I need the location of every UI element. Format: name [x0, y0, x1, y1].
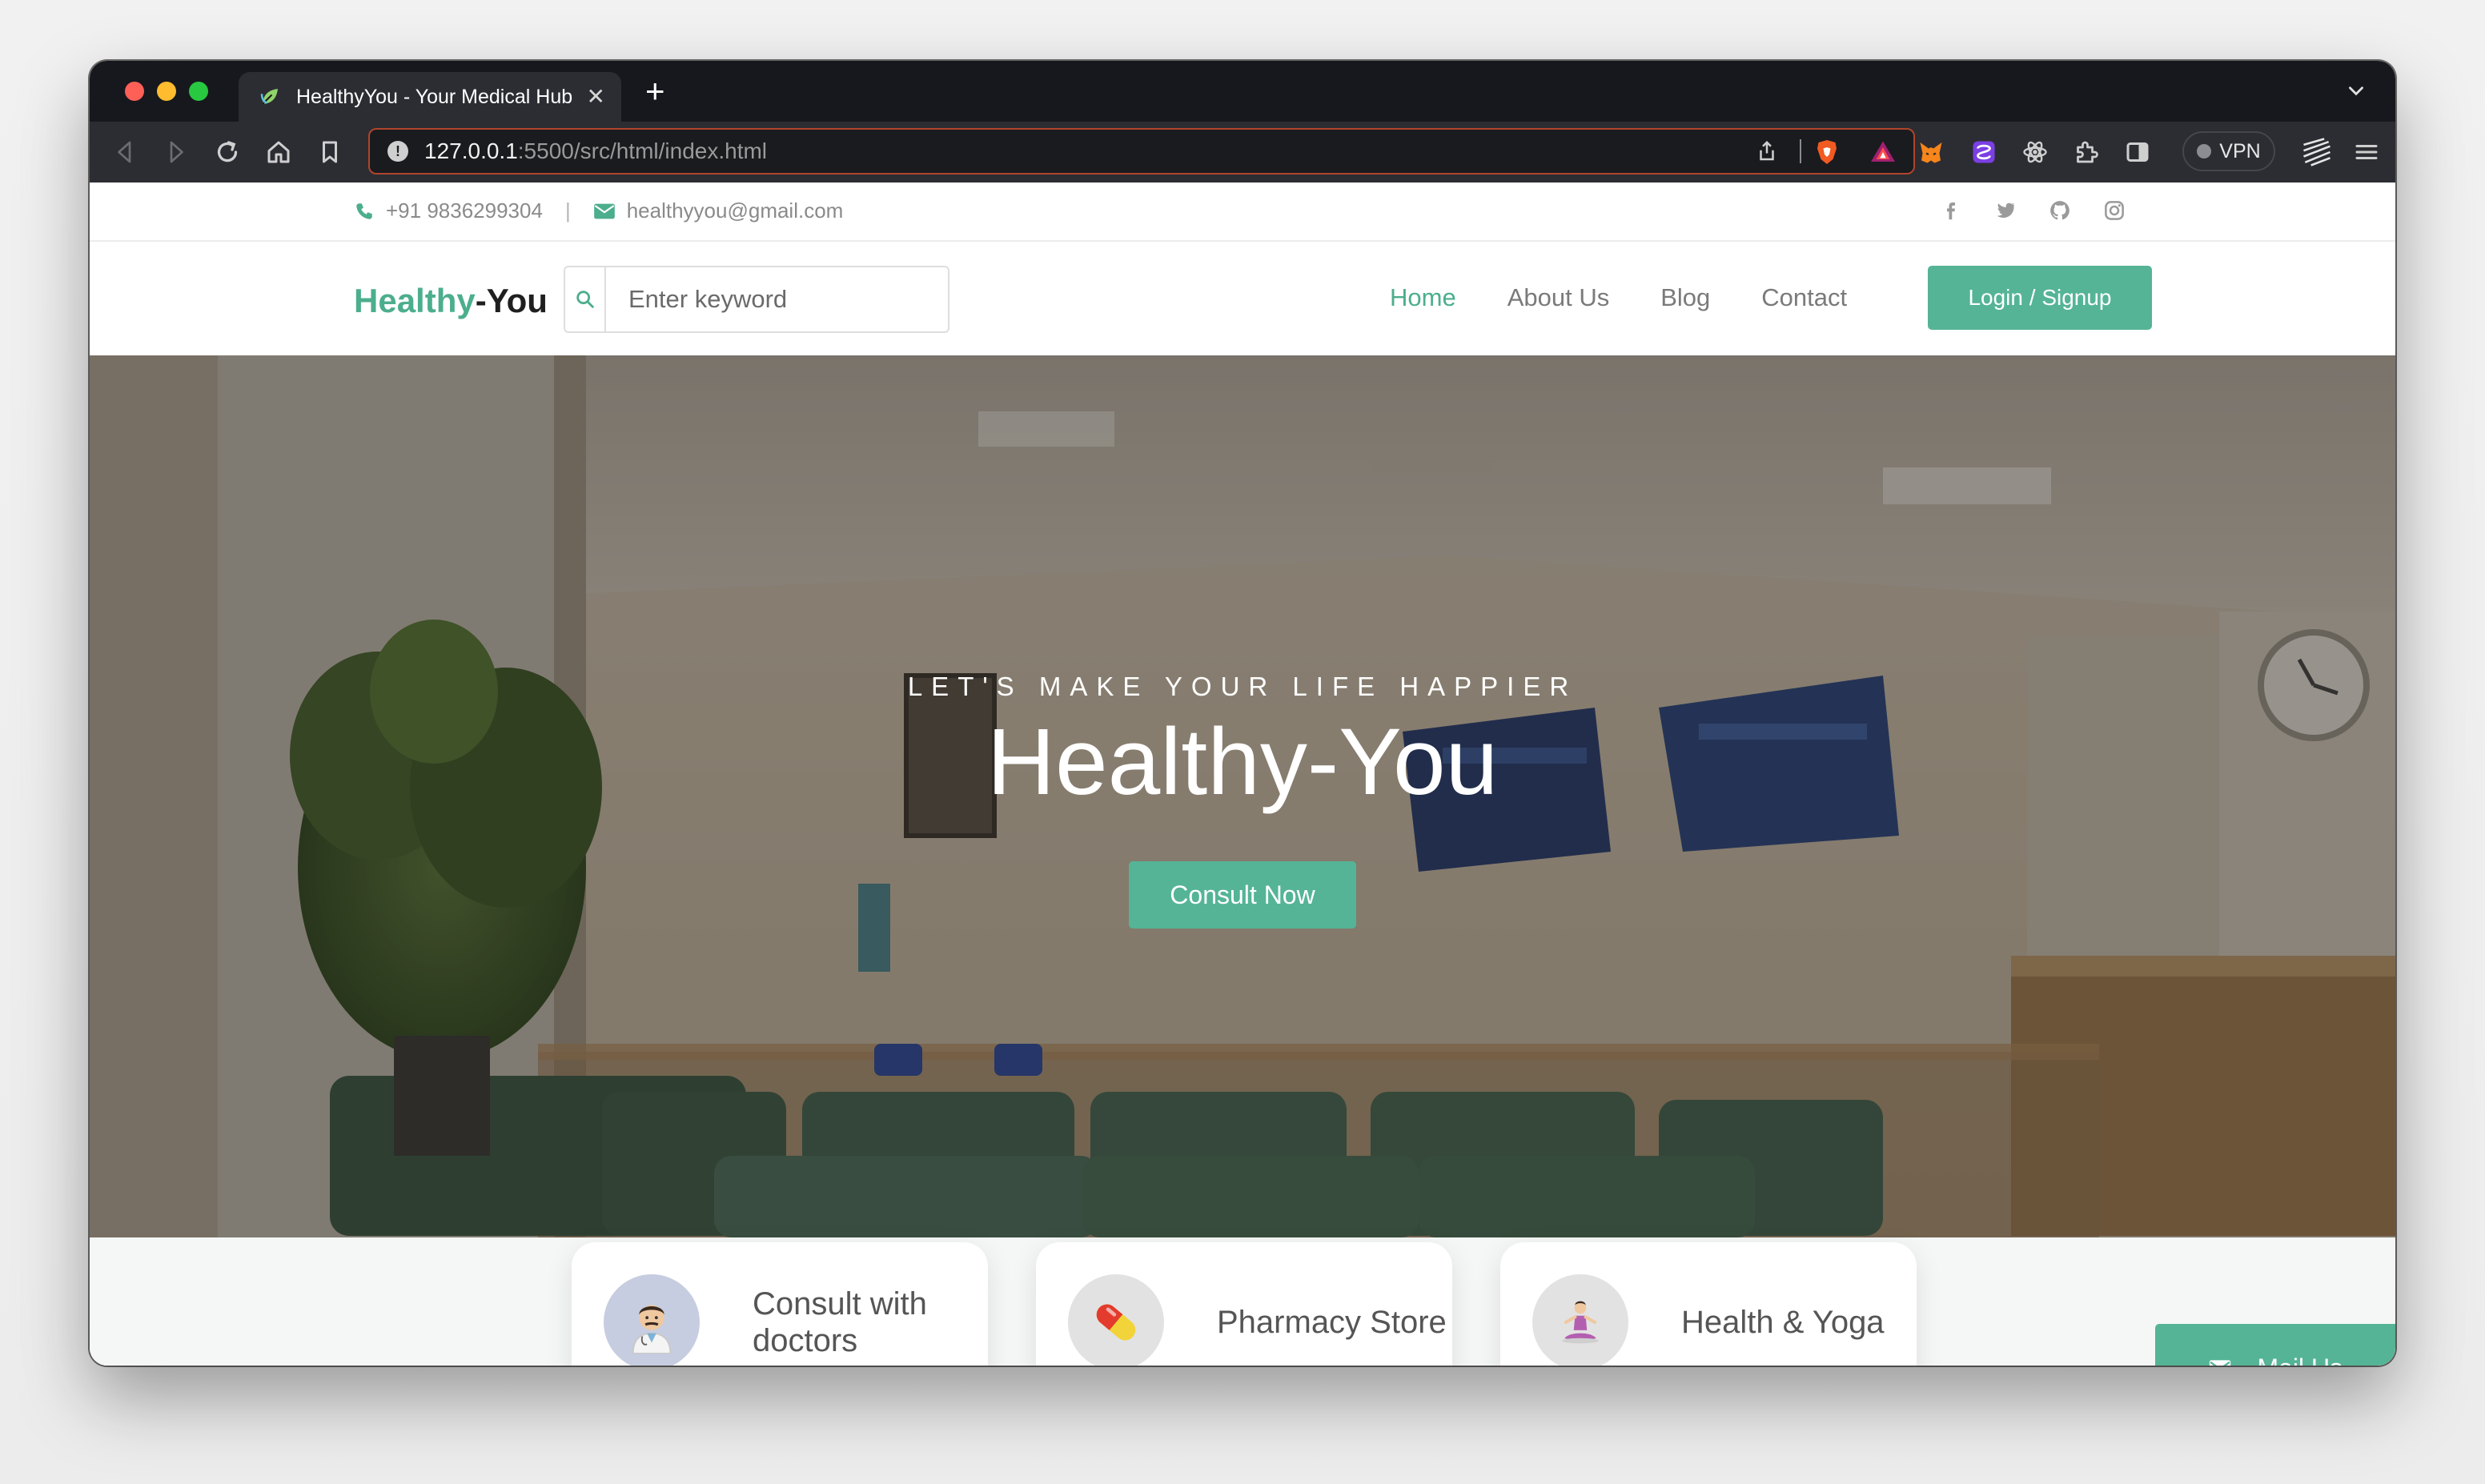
browser-window: HealthyYou - Your Medical Hub ✕ + ! 127.… — [90, 61, 2395, 1366]
url-divider — [1800, 139, 1801, 163]
share-icon[interactable] — [1755, 139, 1779, 163]
browser-toolbar: ! 127.0.0.1:5500/src/html/index.html VPN — [90, 122, 2395, 182]
github-icon[interactable] — [2048, 199, 2072, 223]
active-tab[interactable]: HealthyYou - Your Medical Hub ✕ — [239, 72, 621, 122]
react-devtools-icon[interactable] — [2021, 138, 2049, 166]
search-icon — [576, 291, 594, 308]
feature-label-pharmacy: Pharmacy Store — [1217, 1305, 1447, 1340]
vpn-status-icon — [2197, 144, 2212, 158]
vpn-button[interactable]: VPN — [2182, 131, 2275, 171]
mail-us-button[interactable]: - Mail Us — [2155, 1324, 2395, 1366]
brand-logo[interactable]: Healthy-You — [354, 282, 548, 320]
url-text[interactable]: 127.0.0.1:5500/src/html/index.html — [424, 138, 767, 164]
facebook-icon[interactable] — [1939, 199, 1963, 223]
bookmark-icon[interactable] — [315, 138, 344, 166]
envelope-icon — [593, 203, 615, 219]
back-arrow-icon[interactable] — [110, 138, 139, 166]
brave-rewards-icon[interactable] — [1869, 138, 1897, 166]
phone-number[interactable]: +91 9836299304 — [386, 199, 543, 223]
web-page: +91 9836299304 | healthyyou@gmail.com He… — [90, 182, 2395, 1366]
feature-card-yoga[interactable]: Health & Yoga — [1500, 1242, 1917, 1366]
metamask-fox-icon[interactable] — [1917, 138, 1945, 166]
instagram-icon[interactable] — [2102, 199, 2126, 223]
hero-section: LET'S MAKE YOUR LIFE HAPPIER Healthy-You… — [90, 355, 2395, 1237]
feature-card-pharmacy[interactable]: Pharmacy Store — [1036, 1242, 1452, 1366]
yoga-icon — [1532, 1274, 1628, 1366]
phone-icon — [356, 203, 372, 219]
hero-tagline: LET'S MAKE YOUR LIFE HAPPIER — [907, 672, 1578, 701]
chevron-down-icon[interactable] — [2346, 80, 2367, 101]
wallet-extension-icon[interactable] — [1969, 138, 1998, 166]
close-window-button[interactable] — [125, 82, 144, 101]
tab-strip: HealthyYou - Your Medical Hub ✕ + — [90, 61, 2395, 122]
consult-now-button[interactable]: Consult Now — [1129, 861, 1356, 929]
doctor-icon — [604, 1274, 700, 1366]
contact-bar: +91 9836299304 | healthyyou@gmail.com — [90, 182, 2395, 242]
leaf-favicon-icon — [260, 89, 278, 105]
address-bar[interactable]: ! 127.0.0.1:5500/src/html/index.html — [368, 128, 1915, 174]
contact-separator: | — [564, 199, 571, 223]
brave-shield-icon[interactable] — [1813, 138, 1841, 166]
search-bar — [564, 266, 949, 333]
extensions-puzzle-icon[interactable] — [2072, 138, 2101, 166]
vpn-label: VPN — [2219, 139, 2261, 162]
menu-icon[interactable] — [2352, 138, 2381, 166]
tab-close-icon[interactable]: ✕ — [587, 86, 605, 108]
feature-label-yoga: Health & Yoga — [1681, 1305, 1885, 1340]
nav-link-about-us[interactable]: About Us — [1507, 283, 1610, 312]
tab-title: HealthyYou - Your Medical Hub — [296, 85, 573, 108]
new-tab-icon[interactable]: + — [645, 74, 665, 109]
site-navbar: Healthy-You Home About Us Blog Contact L… — [90, 242, 2395, 355]
pill-icon — [1068, 1274, 1164, 1366]
search-button[interactable] — [565, 267, 606, 331]
mail-us-label: - Mail Us — [2242, 1354, 2342, 1366]
minimize-window-button[interactable] — [157, 82, 176, 101]
wallet-stripes-icon[interactable] — [2299, 134, 2334, 170]
maximize-window-button[interactable] — [189, 82, 208, 101]
forward-arrow-icon[interactable] — [162, 138, 191, 166]
envelope-icon — [2209, 1360, 2231, 1366]
search-input[interactable] — [606, 267, 948, 331]
nav-link-home[interactable]: Home — [1390, 283, 1456, 312]
nav-link-blog[interactable]: Blog — [1660, 283, 1710, 312]
feature-card-consult[interactable]: Consult with doctors — [572, 1242, 988, 1366]
nav-link-contact[interactable]: Contact — [1761, 283, 1847, 312]
email-address[interactable]: healthyyou@gmail.com — [627, 199, 844, 223]
sidebar-toggle-icon[interactable] — [2123, 138, 2152, 166]
twitter-icon[interactable] — [1993, 199, 2017, 223]
feature-label-consult: Consult with doctors — [753, 1286, 927, 1358]
hero-title: Healthy-You — [986, 709, 1499, 815]
site-info-icon[interactable]: ! — [387, 141, 408, 162]
contact-info: +91 9836299304 | healthyyou@gmail.com — [354, 199, 843, 223]
social-links — [1939, 199, 2126, 223]
nav-links: Home About Us Blog Contact — [1390, 283, 1847, 312]
login-signup-button[interactable]: Login / Signup — [1928, 266, 2152, 330]
reload-icon[interactable] — [213, 138, 242, 166]
home-icon[interactable] — [264, 138, 293, 166]
